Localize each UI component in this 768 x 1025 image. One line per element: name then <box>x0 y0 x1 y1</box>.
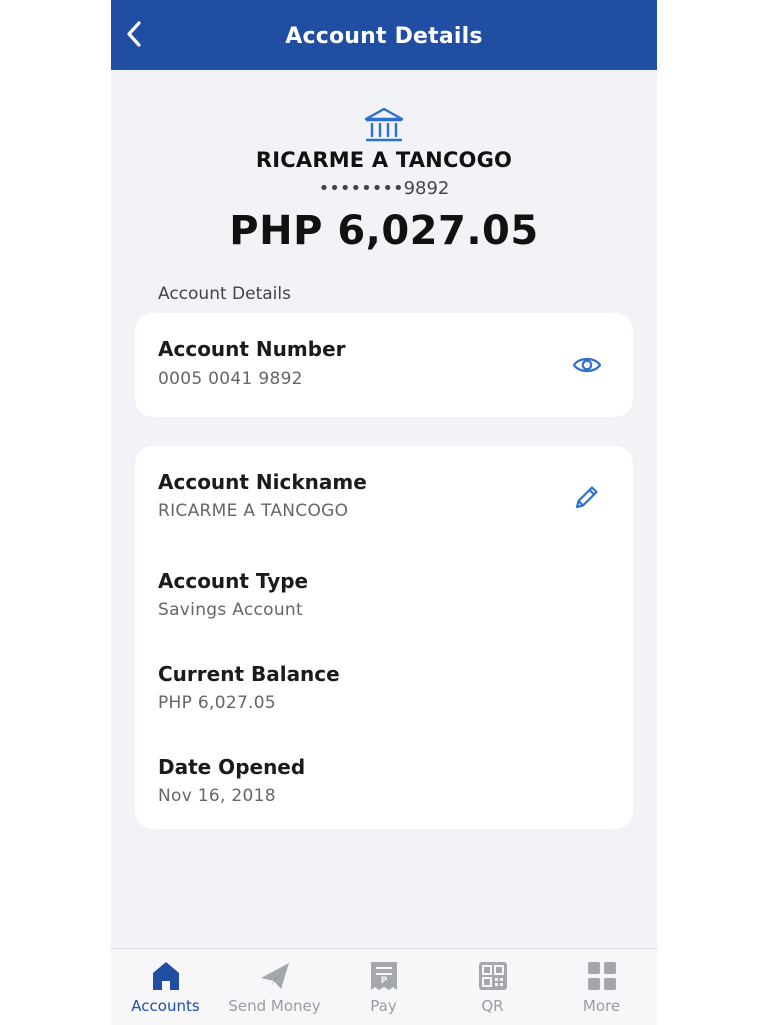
account-balance: PHP 6,027.05 <box>229 208 539 254</box>
grid-icon <box>588 962 616 990</box>
account-details-card: Account Nickname RICARME A TANCOGO Accou… <box>135 446 633 829</box>
app-screen: Account Details RICARME A TANCOGO ••••••… <box>111 0 657 1025</box>
date-opened-value: Nov 16, 2018 <box>158 786 276 806</box>
tab-more[interactable]: More <box>547 949 656 1025</box>
pencil-icon <box>575 486 598 509</box>
account-type-value: Savings Account <box>158 600 303 620</box>
account-type-label: Account Type <box>158 569 309 593</box>
qr-code-icon <box>479 962 507 990</box>
header-bar: Account Details <box>111 0 657 70</box>
section-label: Account Details <box>158 284 291 304</box>
tab-accounts-label: Accounts <box>131 997 200 1015</box>
tab-more-label: More <box>582 997 621 1015</box>
tab-accounts[interactable]: Accounts <box>111 949 220 1025</box>
account-nickname-value: RICARME A TANCOGO <box>158 501 349 521</box>
tab-qr[interactable]: QR <box>438 949 547 1025</box>
current-balance-value: PHP 6,027.05 <box>158 693 276 713</box>
show-account-number-button[interactable] <box>569 347 605 383</box>
bank-icon <box>364 107 404 142</box>
paper-plane-icon <box>261 963 289 989</box>
svg-text:P: P <box>381 976 388 986</box>
current-balance-label: Current Balance <box>158 662 340 686</box>
tab-send-money-label: Send Money <box>228 997 321 1015</box>
tab-send-money[interactable]: Send Money <box>220 949 329 1025</box>
page-title: Account Details <box>285 24 483 49</box>
account-number-value: 0005 0041 9892 <box>158 369 303 389</box>
receipt-icon: P <box>371 962 397 990</box>
account-nickname-label: Account Nickname <box>158 470 367 494</box>
account-holder-name: RICARME A TANCOGO <box>255 148 513 172</box>
tab-pay[interactable]: P Pay <box>329 949 438 1025</box>
date-opened-label: Date Opened <box>158 755 306 779</box>
eye-icon <box>572 357 602 373</box>
account-number-label: Account Number <box>158 337 346 361</box>
bottom-tab-bar: Accounts Send Money P Pay QR More <box>111 948 657 1025</box>
tab-qr-label: QR <box>481 997 504 1015</box>
tab-pay-label: Pay <box>370 997 397 1015</box>
account-number-card: Account Number 0005 0041 9892 <box>135 313 633 417</box>
masked-account-number: ••••••••9892 <box>318 178 450 199</box>
edit-nickname-button[interactable] <box>569 479 605 515</box>
home-icon <box>153 962 179 990</box>
